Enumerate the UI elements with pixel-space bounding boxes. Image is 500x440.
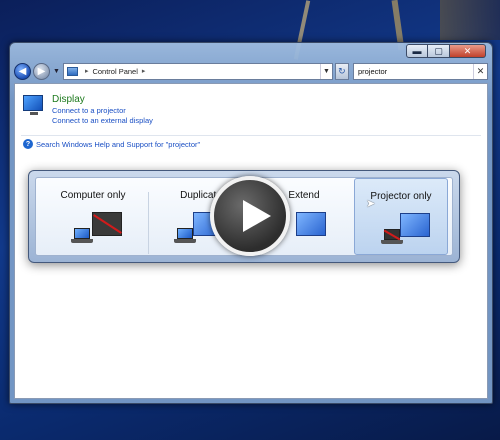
help-search-text[interactable]: Search Windows Help and Support for "pro… bbox=[36, 140, 200, 149]
recent-pages-dropdown[interactable]: ▼ bbox=[53, 68, 60, 75]
option-label: Computer only bbox=[60, 190, 126, 201]
video-play-button[interactable] bbox=[210, 176, 290, 256]
monitor-icon bbox=[400, 213, 430, 237]
refresh-icon: ↻ bbox=[338, 65, 346, 76]
address-dropdown[interactable]: ▼ bbox=[319, 63, 332, 79]
minimize-button[interactable]: ▬ bbox=[406, 44, 428, 58]
search-input[interactable]: projector bbox=[358, 67, 387, 76]
connect-external-display-link[interactable]: Connect to an external display bbox=[52, 116, 153, 126]
address-bar[interactable]: ▸ Control Panel ▸ ▼ bbox=[62, 62, 333, 80]
search-icon[interactable]: ✕ bbox=[473, 63, 487, 79]
monitor-icon bbox=[296, 212, 326, 236]
separator bbox=[148, 192, 149, 254]
option-projector-only[interactable]: Projector only bbox=[354, 178, 448, 255]
close-button[interactable]: ✕ bbox=[450, 44, 486, 58]
display-icon bbox=[23, 95, 43, 115]
forward-button[interactable]: ▶ bbox=[33, 62, 50, 80]
background-beam bbox=[440, 0, 500, 40]
search-result-display: Display Connect to a projector Connect t… bbox=[23, 94, 153, 126]
left-arrow-icon: ◀ bbox=[18, 65, 27, 77]
divider bbox=[21, 135, 481, 136]
breadcrumb-separator[interactable]: ▸ bbox=[142, 67, 146, 75]
maximize-button[interactable]: ▢ bbox=[428, 44, 450, 58]
laptop-icon bbox=[381, 229, 403, 245]
help-icon: ? bbox=[23, 139, 33, 149]
mouse-cursor-icon: ➤ bbox=[366, 198, 376, 210]
connect-projector-link[interactable]: Connect to a projector bbox=[52, 106, 153, 116]
search-box[interactable]: projector ✕ bbox=[352, 62, 488, 80]
control-panel-icon bbox=[66, 66, 78, 76]
option-computer-only[interactable]: Computer only bbox=[38, 178, 148, 255]
play-icon bbox=[243, 200, 271, 232]
back-button[interactable]: ◀ bbox=[14, 62, 31, 80]
monitor-icon bbox=[92, 212, 122, 236]
laptop-icon bbox=[71, 228, 93, 244]
navigation-bar: ◀ ▶ ▼ ▸ Control Panel ▸ ▼ ↻ projector ✕ bbox=[14, 61, 488, 81]
refresh-button[interactable]: ↻ bbox=[334, 62, 349, 80]
caption-buttons: ▬ ▢ ✕ bbox=[406, 44, 486, 58]
result-title-display[interactable]: Display bbox=[52, 94, 153, 106]
help-search-link[interactable]: ? Search Windows Help and Support for "p… bbox=[23, 139, 200, 149]
right-arrow-icon: ▶ bbox=[37, 65, 46, 77]
breadcrumb-separator[interactable]: ▸ bbox=[85, 67, 89, 75]
laptop-icon bbox=[174, 228, 196, 244]
disabled-slash-icon bbox=[93, 214, 122, 234]
breadcrumb-control-panel[interactable]: Control Panel bbox=[92, 67, 137, 76]
